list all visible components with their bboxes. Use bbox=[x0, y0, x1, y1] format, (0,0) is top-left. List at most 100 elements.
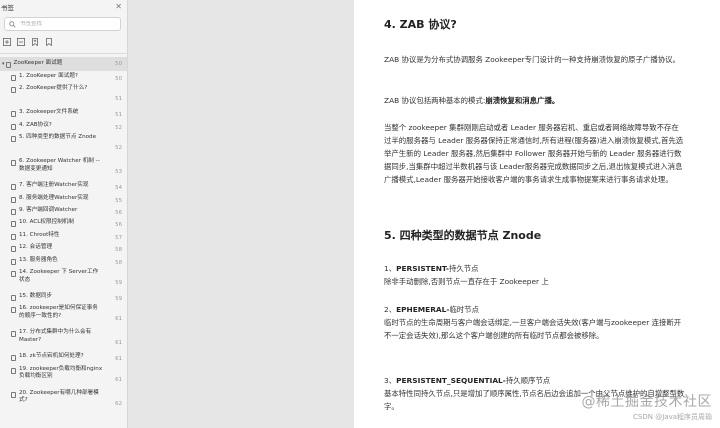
document-icon bbox=[11, 294, 16, 301]
toc-item[interactable]: 8. 服务端处理Watcher实现 55 bbox=[0, 193, 127, 205]
zab-modes-text: ZAB 协议包括两种基本的模式: bbox=[384, 96, 486, 105]
toc-item-page: 62 bbox=[115, 400, 122, 407]
toc-item-label: 6. Zookeeper Watcher 机制 -- 数据变更通知 bbox=[19, 158, 100, 172]
node-type-1-name: PERSISTENT- bbox=[396, 264, 449, 273]
toc-item[interactable]: 15. 数据同步 59 bbox=[0, 291, 127, 303]
toc-item-label: 20. Zookeeper有哪几种部署模式? bbox=[19, 389, 99, 404]
paragraph-zab-intro: ZAB 协议是为分布式协调服务 Zookeeper专门设计的一种支持崩溃恢复的原… bbox=[384, 55, 680, 64]
document-icon bbox=[11, 208, 16, 215]
toc-item[interactable]: 12. 会话管理 58 bbox=[0, 242, 127, 254]
toc-item[interactable]: 20. Zookeeper有哪几种部署模式? 62 bbox=[0, 388, 127, 412]
toc-item-label: 7. 客户端注册Watcher实现 bbox=[19, 182, 89, 189]
document-icon bbox=[11, 136, 16, 143]
toc-item[interactable]: 14. Zookeeper 下 Server工作状态 59 bbox=[0, 267, 127, 291]
toc-item-page: 52 bbox=[115, 145, 122, 152]
heading-znode: 5. 四种类型的数据节点 Znode bbox=[384, 229, 542, 242]
document-icon bbox=[11, 367, 16, 374]
node-type-3-name: PERSISTENT_SEQUENTIAL- bbox=[396, 376, 506, 385]
toc-item[interactable]: 3. Zookeeper文件系统 51 bbox=[0, 107, 127, 119]
toc-item-page: 56 bbox=[115, 222, 122, 229]
toc-item-page: 61 bbox=[115, 340, 122, 347]
toc-item-label: 13. 服务器角色 bbox=[19, 256, 58, 263]
toc-item-page: 56 bbox=[115, 209, 122, 216]
bookmark-sidebar: 书签 ✕ ▾ ZooKeeper 面试题 50 1. ZooKeeper 面试题? 50 bbox=[0, 0, 128, 428]
document-icon bbox=[11, 391, 16, 398]
toc-item[interactable]: 17. 分布式集群中为什么会有Master? 61 bbox=[0, 327, 127, 351]
toc-item-label: 9. 客户端回调Watcher bbox=[19, 206, 78, 213]
sidebar-toolbar bbox=[0, 31, 127, 47]
document-icon bbox=[11, 87, 16, 94]
toc-item-label: 3. Zookeeper文件系统 bbox=[19, 109, 79, 116]
toc-item-page: 61 bbox=[115, 376, 122, 383]
toc-item[interactable]: 1. ZooKeeper 面试题? 50 bbox=[0, 71, 127, 83]
toc-item[interactable]: 13. 服务器角色 58 bbox=[0, 255, 127, 267]
node-type-1-desc: 除非手动删除,否则节点一直存在于 Zookeeper 上 bbox=[384, 277, 549, 286]
bookmark-search-box[interactable] bbox=[4, 17, 121, 31]
toc-item[interactable]: 16. zookeeper是如何保证事务的顺序一致性的? 61 bbox=[0, 303, 127, 327]
toc-item-label: 14. Zookeeper 下 Server工作状态 bbox=[19, 268, 99, 283]
sidebar-divider bbox=[0, 53, 127, 54]
toc-item-page: 61 bbox=[115, 356, 122, 363]
toc-item[interactable]: 9. 客户端回调Watcher 56 bbox=[0, 205, 127, 217]
toc-item-page: 54 bbox=[115, 185, 122, 192]
toc-item[interactable]: 6. Zookeeper Watcher 机制 -- 数据变更通知 53 bbox=[0, 156, 127, 180]
node-type-1-suffix: 持久节点 bbox=[448, 264, 479, 273]
toc-item-label: 5. 四种类型的数据节点 Znode bbox=[19, 134, 97, 141]
bookmark-search-input[interactable] bbox=[20, 21, 110, 27]
paragraph-zab-modes: ZAB 协议包括两种基本的模式:崩溃恢复和消息广播。 bbox=[384, 94, 686, 107]
document-icon bbox=[11, 123, 16, 130]
collapse-caret-icon[interactable]: ▾ bbox=[2, 61, 5, 67]
toc-item-page: 51 bbox=[115, 96, 122, 103]
watermark-main: @稀土掘金技术社区 bbox=[581, 394, 712, 410]
document-icon bbox=[11, 258, 16, 265]
zab-modes-bold: 崩溃恢复和消息广播。 bbox=[485, 96, 560, 105]
document-icon bbox=[5, 62, 11, 68]
toc-item-label: 10. ACL权限控制机制 bbox=[19, 219, 74, 226]
toc-item[interactable]: 11. Chroot特性 57 bbox=[0, 230, 127, 242]
toc-item-page: 58 bbox=[115, 259, 122, 266]
expand-all-icon[interactable] bbox=[3, 37, 11, 46]
close-icon[interactable]: ✕ bbox=[115, 2, 122, 11]
bookmark-icon[interactable] bbox=[45, 37, 53, 46]
node-type-2-number: 2、 bbox=[384, 305, 397, 314]
document-icon bbox=[11, 196, 16, 203]
toc-item-label: 15. 数据同步 bbox=[19, 292, 53, 299]
toc-item-label: 12. 会话管理 bbox=[19, 244, 53, 251]
document-page: 4. ZAB 协议? ZAB 协议是为分布式协调服务 Zookeeper专门设计… bbox=[354, 0, 720, 428]
node-type-2-desc: 临时节点的生命周期与客户端会话绑定,一旦客户端会话失效(客户端与zookeepe… bbox=[384, 318, 682, 340]
toc-item-label: 1. ZooKeeper 面试题? bbox=[19, 73, 78, 79]
node-type-3-number: 3、 bbox=[384, 376, 397, 385]
toc-item-label: 16. zookeeper是如何保证事务的顺序一致性的? bbox=[19, 305, 98, 319]
toc-item-page: 57 bbox=[115, 234, 122, 241]
toc-item[interactable]: 10. ACL权限控制机制 56 bbox=[0, 217, 127, 229]
document-icon bbox=[11, 221, 16, 228]
toc-item-page: 53 bbox=[115, 169, 122, 176]
node-type-3-title: 3、PERSISTENT_SEQUENTIAL-持久顺序节点 bbox=[384, 374, 686, 387]
toc-item-label: 2. ZooKeeper提供了什么? bbox=[19, 85, 88, 92]
toc-item-label: 19. zookeeper负载均衡和nginx负载均衡区别 bbox=[19, 365, 103, 380]
bookmark-list: ▾ ZooKeeper 面试题 50 1. ZooKeeper 面试题? 50 2. Zo… bbox=[0, 57, 127, 412]
watermark: @稀土掘金技术社区 CSDN @Java程序员周瑜 bbox=[582, 391, 713, 422]
node-type-3-suffix: 持久顺序节点 bbox=[505, 376, 551, 385]
toc-item-page: 50 bbox=[115, 76, 122, 82]
document-icon bbox=[11, 233, 16, 240]
toc-item-label: 11. Chroot特性 bbox=[19, 231, 60, 238]
toc-item[interactable]: 4. ZAB协议? 52 bbox=[0, 120, 127, 132]
toc-item-label: 4. ZAB协议? bbox=[19, 121, 52, 128]
sidebar-header: 书签 ✕ bbox=[0, 0, 127, 13]
document-icon bbox=[11, 246, 16, 253]
toc-item[interactable]: 7. 客户端注册Watcher实现 54 bbox=[0, 180, 127, 192]
collapse-all-icon[interactable] bbox=[17, 37, 25, 46]
toc-item[interactable]: 5. 四种类型的数据节点 Znode 52 bbox=[0, 132, 127, 156]
toc-item[interactable]: 18. zk节点宕机如何处理? 61 bbox=[0, 351, 127, 363]
toc-chapter[interactable]: ▾ ZooKeeper 面试题 50 bbox=[0, 57, 127, 71]
node-type-2-title: 2、EPHEMERAL-临时节点 bbox=[384, 303, 686, 316]
add-bookmark-icon[interactable] bbox=[31, 37, 39, 46]
watermark-sub: CSDN @Java程序员周瑜 bbox=[633, 413, 712, 421]
toc-item[interactable]: 19. zookeeper负载均衡和nginx负载均衡区别 61 bbox=[0, 364, 127, 388]
toc-item-page: 55 bbox=[115, 197, 122, 204]
document-icon bbox=[11, 184, 16, 191]
toc-item[interactable]: 2. ZooKeeper提供了什么? 51 bbox=[0, 83, 127, 107]
document-icon bbox=[11, 270, 16, 277]
toc-item-page: 52 bbox=[115, 124, 122, 131]
